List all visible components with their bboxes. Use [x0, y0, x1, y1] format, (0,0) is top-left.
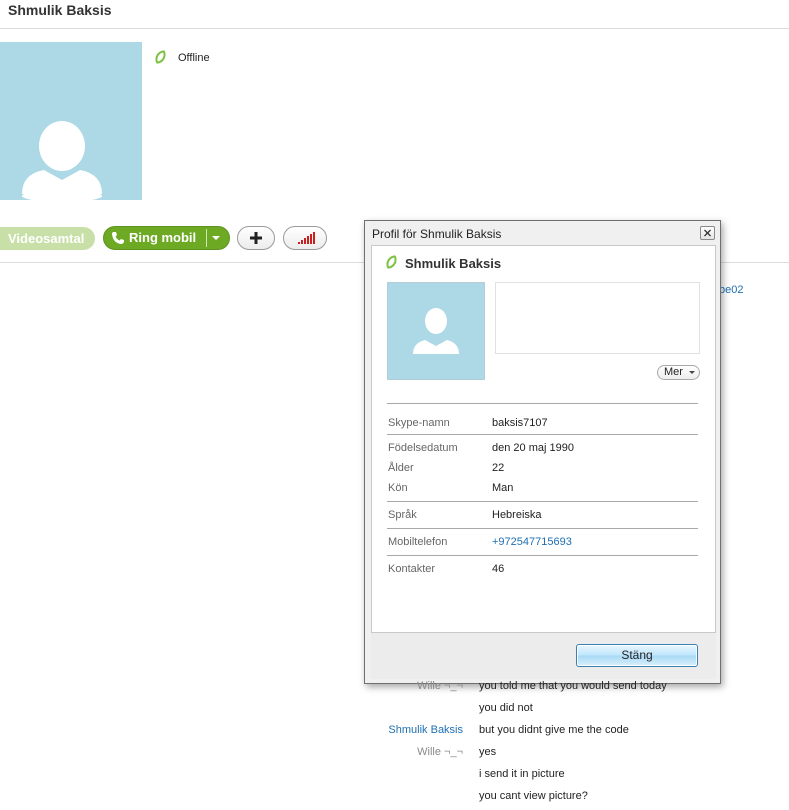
contact-avatar[interactable] — [0, 42, 142, 200]
more-label: Mer — [664, 366, 683, 378]
field-divider — [387, 403, 698, 404]
chat-message: you cant view picture? — [479, 790, 588, 802]
field-value-skype-name: baksis7107 — [492, 417, 548, 429]
field-value-birthdate: den 20 maj 1990 — [492, 442, 574, 454]
add-people-button[interactable] — [237, 226, 275, 250]
header-divider — [0, 28, 789, 29]
mood-message-box — [495, 282, 700, 354]
field-label-gender: Kön — [388, 482, 408, 494]
default-avatar-icon — [413, 308, 459, 354]
chat-sender[interactable]: Shmulik Baksis — [363, 724, 463, 736]
field-label-contacts: Kontakter — [388, 563, 436, 575]
chat-message: i send it in picture — [479, 768, 565, 780]
field-label-birthdate: Födelsedatum — [388, 442, 458, 454]
field-label-skype-name: Skype-namn — [388, 417, 450, 429]
dialog-close-button[interactable] — [700, 226, 715, 240]
field-label-language: Språk — [388, 509, 417, 521]
ring-mobile-label: Ring mobil — [129, 230, 197, 245]
status-label: Offline — [178, 52, 210, 64]
field-value-mobile-link[interactable]: +972547715693 — [492, 536, 572, 548]
profile-dialog: Profil för Shmulik Baksis Shmulik Baksis… — [364, 220, 721, 684]
close-dialog-button[interactable]: Stäng — [576, 644, 698, 667]
call-quality-button[interactable] — [283, 226, 327, 250]
phone-icon — [112, 232, 124, 244]
ring-mobile-button[interactable]: Ring mobil — [103, 226, 230, 250]
chat-message: you told me that you would send today — [479, 680, 667, 692]
video-call-button[interactable]: Videosamtal — [0, 227, 95, 250]
profile-panel: Shmulik Baksis Mer Skype-namn baksis7107… — [371, 245, 716, 633]
field-value-gender: Man — [492, 482, 514, 494]
field-divider — [387, 434, 698, 435]
contact-name-title: Shmulik Baksis — [8, 2, 112, 18]
video-call-label: Videosamtal — [8, 231, 85, 246]
plus-icon — [250, 232, 262, 244]
close-icon — [704, 229, 711, 237]
chat-sender[interactable]: Wille ¬_¬ — [363, 680, 463, 692]
more-button[interactable]: Mer — [657, 365, 700, 380]
field-divider — [387, 528, 698, 529]
chat-message: but you didnt give me the code — [479, 724, 629, 736]
field-value-language: Hebreiska — [492, 509, 542, 521]
field-divider — [387, 555, 698, 556]
field-value-contacts: 46 — [492, 563, 505, 575]
chevron-down-icon[interactable] — [212, 236, 220, 240]
call-quality-bars-icon — [298, 232, 315, 244]
field-label-mobile: Mobiltelefon — [388, 536, 448, 548]
chat-message: yes — [479, 746, 497, 758]
default-avatar-icon — [22, 121, 102, 200]
ring-button-divider — [206, 229, 207, 247]
status-offline-icon — [385, 255, 398, 269]
field-value-age: 22 — [492, 462, 505, 474]
chevron-down-icon — [689, 371, 695, 374]
status-offline-icon — [154, 50, 167, 64]
profile-name: Shmulik Baksis — [405, 256, 502, 271]
chat-message: you did not — [479, 702, 533, 714]
chat-sender[interactable]: Wille ¬_¬ — [363, 746, 463, 758]
dialog-title: Profil för Shmulik Baksis — [372, 227, 502, 241]
field-label-age: Ålder — [388, 462, 414, 474]
field-divider — [387, 501, 698, 502]
profile-avatar — [387, 282, 485, 380]
